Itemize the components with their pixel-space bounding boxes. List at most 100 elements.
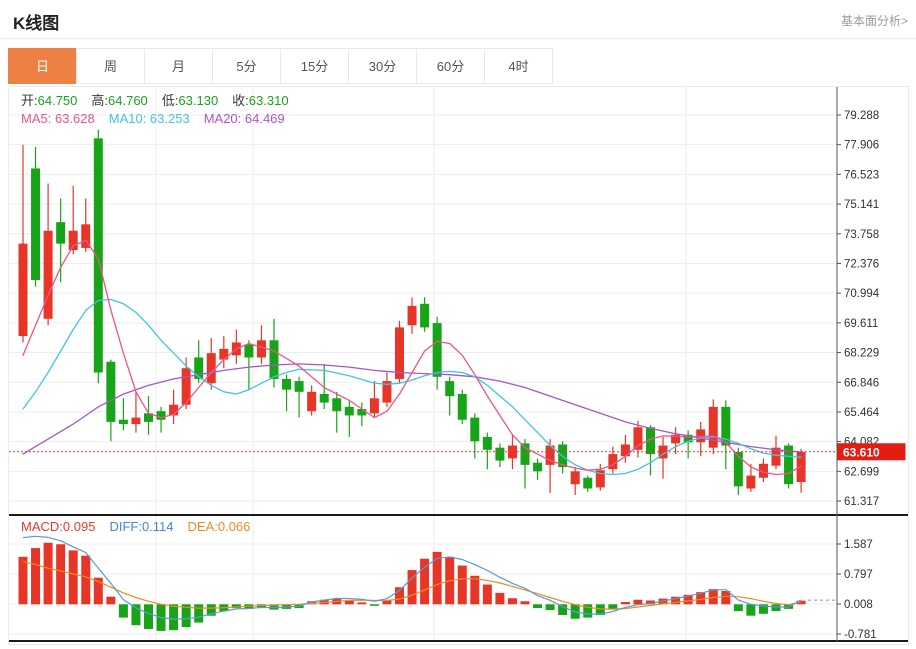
candle-body bbox=[633, 427, 642, 450]
candle-body bbox=[19, 244, 28, 336]
macd-legend-macd: MACD:0.095 bbox=[21, 519, 95, 534]
candle-body bbox=[295, 381, 304, 392]
candle-body bbox=[69, 231, 78, 250]
price-axis-label: 79.288 bbox=[844, 110, 879, 122]
ma-legend-ma20: MA20: 64.469 bbox=[204, 111, 285, 126]
macd-histogram-bar bbox=[633, 600, 642, 605]
price-axis-label: 75.141 bbox=[844, 199, 879, 211]
fundamental-analysis-link[interactable]: 基本面分析> bbox=[841, 12, 908, 29]
period-tab-1[interactable]: 周 bbox=[76, 48, 145, 84]
kline-macd-canvas[interactable]: 79.28877.90676.52375.14173.75872.37670.9… bbox=[9, 87, 908, 644]
macd-histogram-bar bbox=[44, 543, 53, 605]
price-axis-label: 73.758 bbox=[844, 229, 879, 241]
period-tab-2[interactable]: 月 bbox=[144, 48, 213, 84]
macd-axis-label: -0.781 bbox=[844, 629, 877, 641]
candle-body bbox=[583, 478, 592, 489]
macd-histogram-bar bbox=[558, 604, 567, 615]
candle-body bbox=[131, 418, 140, 424]
candle-body bbox=[433, 323, 442, 377]
period-tab-0[interactable]: 日 bbox=[8, 48, 77, 84]
macd-histogram-bar bbox=[483, 585, 492, 605]
price-axis-label: 66.846 bbox=[844, 377, 879, 389]
macd-histogram-bar bbox=[546, 604, 555, 610]
candle-body bbox=[445, 381, 454, 396]
ohlc-low: 低:63.130 bbox=[162, 93, 218, 108]
bottom-border bbox=[9, 640, 908, 642]
price-axis-label: 62.699 bbox=[844, 466, 879, 478]
macd-histogram-bar bbox=[357, 602, 366, 604]
header-divider bbox=[0, 38, 916, 39]
macd-histogram-bar bbox=[621, 602, 630, 604]
price-axis-label: 61.317 bbox=[844, 496, 879, 508]
macd-histogram-layer bbox=[19, 543, 806, 631]
candle-body bbox=[395, 327, 404, 379]
ma-row: MA5: 63.628 MA10: 63.253 MA20: 64.469 bbox=[21, 110, 303, 128]
candle-body bbox=[44, 231, 53, 319]
price-axis-label: 69.611 bbox=[844, 318, 878, 330]
candle-body bbox=[483, 437, 492, 450]
macd-histogram-bar bbox=[56, 544, 65, 604]
candle-body bbox=[257, 340, 266, 357]
macd-histogram-bar bbox=[508, 598, 517, 604]
period-tab-4[interactable]: 15分 bbox=[280, 48, 349, 84]
candle-body bbox=[746, 476, 755, 489]
candle-body bbox=[31, 168, 40, 280]
macd-histogram-bar bbox=[119, 604, 128, 617]
candle-body bbox=[495, 448, 504, 461]
candle-body bbox=[470, 418, 479, 442]
candle-body bbox=[420, 304, 429, 328]
ohlc-ma-infobar: 开:64.750 高:64.760 低:63.130 收:63.310 MA5: 63… bbox=[21, 92, 303, 128]
macd-axis-label: 1.587 bbox=[844, 539, 873, 551]
macd-histogram-bar bbox=[433, 552, 442, 604]
period-tab-6[interactable]: 60分 bbox=[416, 48, 485, 84]
macd-histogram-bar bbox=[19, 557, 28, 605]
candle-body bbox=[734, 452, 743, 486]
macd-legend-dea: DEA:0.066 bbox=[188, 519, 251, 534]
price-axis-label: 65.464 bbox=[844, 407, 880, 419]
macd-histogram-bar bbox=[370, 604, 379, 606]
ohlc-high: 高:64.760 bbox=[91, 93, 147, 108]
macd-histogram-bar bbox=[69, 550, 78, 604]
macd-histogram-bar bbox=[31, 548, 40, 604]
macd-histogram-bar bbox=[608, 604, 617, 609]
candle-body bbox=[244, 345, 253, 358]
macd-histogram-bar bbox=[81, 556, 90, 605]
candle-body bbox=[332, 398, 341, 411]
price-axis-label: 76.523 bbox=[844, 169, 879, 181]
candle-body bbox=[621, 444, 630, 456]
period-tab-5[interactable]: 30分 bbox=[348, 48, 417, 84]
period-tab-3[interactable]: 5分 bbox=[212, 48, 281, 84]
ohlc-close: 收:63.310 bbox=[232, 93, 288, 108]
price-axis-label: 77.906 bbox=[844, 140, 879, 152]
candle-body bbox=[207, 353, 216, 383]
page-title: K线图 bbox=[13, 9, 59, 34]
ohlc-row: 开:64.750 高:64.760 低:63.130 收:63.310 bbox=[21, 92, 303, 110]
candle-body bbox=[521, 443, 530, 464]
panel-separator bbox=[9, 514, 908, 516]
macd-histogram-bar bbox=[470, 576, 479, 605]
macd-histogram-bar bbox=[772, 604, 781, 611]
ma-legend-ma5: MA5: 63.628 bbox=[21, 111, 95, 126]
candle-body bbox=[608, 454, 617, 469]
candle-body bbox=[270, 340, 279, 379]
macd-axis-label: 0.797 bbox=[844, 569, 873, 581]
candle-body bbox=[709, 407, 718, 448]
macd-axis-label: 0.008 bbox=[844, 599, 873, 611]
ohlc-open: 开:64.750 bbox=[21, 93, 77, 108]
macd-histogram-bar bbox=[495, 593, 504, 604]
macd-infobar: MACD:0.095DIFF:0.114DEA:0.066 bbox=[21, 519, 264, 534]
macd-histogram-bar bbox=[169, 604, 178, 630]
candle-body bbox=[119, 420, 128, 424]
ma-legend-ma10: MA10: 63.253 bbox=[109, 111, 190, 126]
chart-panel: 开:64.750 高:64.760 低:63.130 收:63.310 MA5: 63… bbox=[8, 86, 909, 645]
candle-body bbox=[106, 362, 115, 422]
period-tabs: 日周月5分15分30分60分4时 bbox=[8, 48, 553, 84]
macd-histogram-bar bbox=[521, 601, 530, 604]
kline-page: K线图 基本面分析> 日周月5分15分30分60分4时 开:64.750 高:64… bbox=[0, 0, 916, 647]
period-tab-7[interactable]: 4时 bbox=[484, 48, 553, 84]
macd-histogram-bar bbox=[144, 604, 153, 629]
price-axis-label: 70.994 bbox=[844, 288, 880, 300]
macd-histogram-bar bbox=[458, 566, 467, 605]
candle-body bbox=[219, 349, 228, 360]
candle-body bbox=[357, 409, 366, 415]
